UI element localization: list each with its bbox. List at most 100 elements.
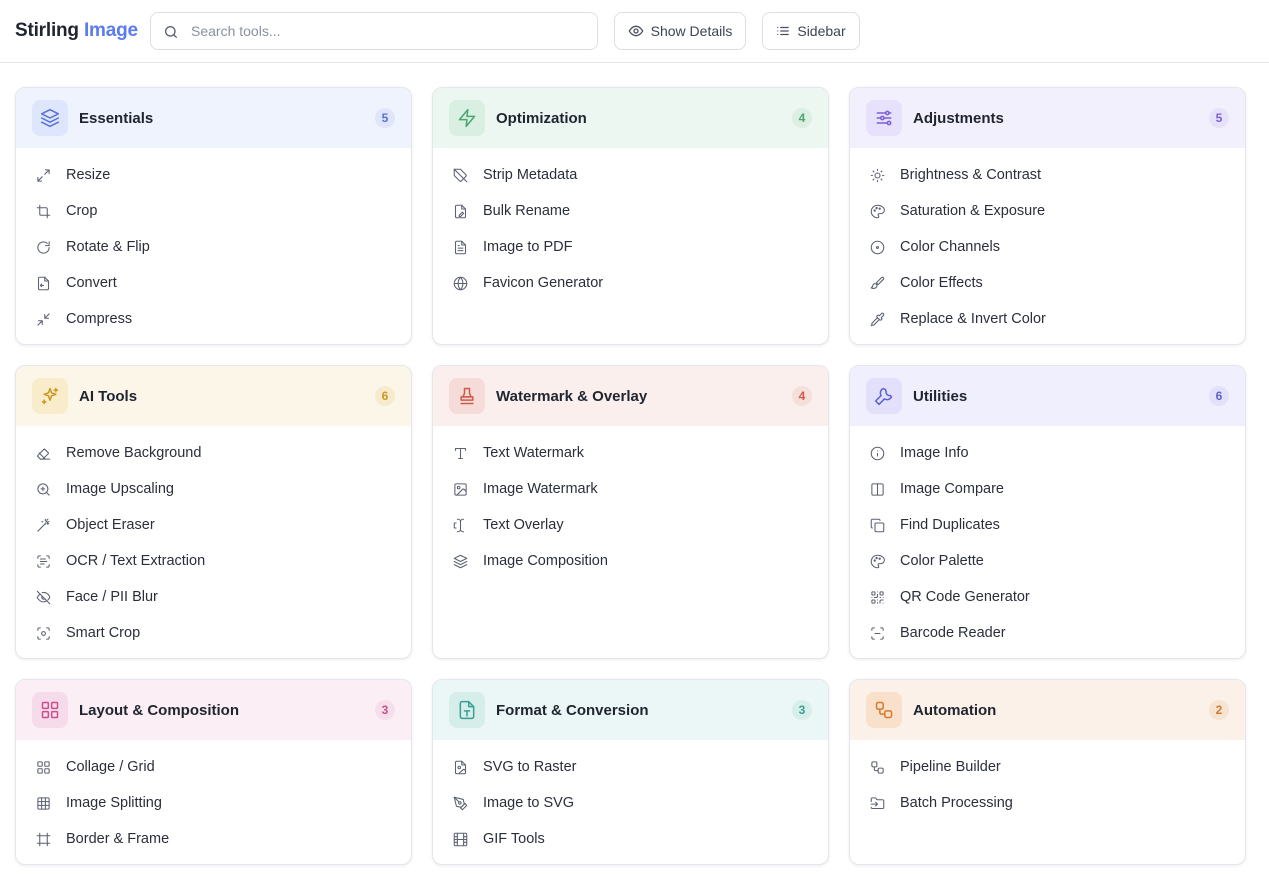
pipette-icon: [869, 311, 885, 327]
scan-barcode-icon: [869, 625, 885, 641]
tool-item[interactable]: Image Splitting: [16, 785, 411, 821]
tool-item[interactable]: Text Overlay: [433, 507, 828, 543]
tool-label: Batch Processing: [900, 795, 1013, 811]
tool-label: Find Duplicates: [900, 517, 1000, 533]
tool-item[interactable]: Color Channels: [850, 229, 1245, 265]
tool-item[interactable]: Image to PDF: [433, 229, 828, 265]
search-input[interactable]: [191, 13, 586, 49]
sliders-icon: [866, 100, 902, 136]
show-details-button[interactable]: Show Details: [614, 12, 746, 50]
tool-item[interactable]: Batch Processing: [850, 785, 1245, 821]
tool-item[interactable]: Object Eraser: [16, 507, 411, 543]
tool-label: Face / PII Blur: [66, 589, 158, 605]
qr-code-icon: [869, 589, 885, 605]
category-header[interactable]: Essentials 5: [16, 88, 411, 148]
tool-item[interactable]: Compress: [16, 301, 411, 337]
tool-label: Collage / Grid: [66, 759, 155, 775]
tool-label: Image Splitting: [66, 795, 162, 811]
tool-list: Pipeline Builder Batch Processing: [850, 740, 1245, 821]
tool-item[interactable]: Collage / Grid: [16, 749, 411, 785]
tool-item[interactable]: Image Watermark: [433, 471, 828, 507]
category-header[interactable]: Watermark & Overlay 4: [433, 366, 828, 426]
workflow-icon: [869, 759, 885, 775]
tool-item[interactable]: Favicon Generator: [433, 265, 828, 301]
category-card-ai-tools: AI Tools 6 Remove Background Image Upscalin…: [15, 365, 412, 659]
tool-item[interactable]: Image Compare: [850, 471, 1245, 507]
resize-icon: [35, 167, 51, 183]
tool-item[interactable]: Rotate & Flip: [16, 229, 411, 265]
stamp-icon: [449, 378, 485, 414]
tool-item[interactable]: Find Duplicates: [850, 507, 1245, 543]
sidebar-toggle-button[interactable]: Sidebar: [762, 12, 860, 50]
tool-item[interactable]: Color Palette: [850, 543, 1245, 579]
layers-icon: [452, 553, 468, 569]
category-header[interactable]: Optimization 4: [433, 88, 828, 148]
category-header[interactable]: Utilities 6: [850, 366, 1245, 426]
tool-item[interactable]: Face / PII Blur: [16, 579, 411, 615]
app-logo[interactable]: Stirling Image: [15, 20, 138, 42]
category-header[interactable]: Layout & Composition 3: [16, 680, 411, 740]
category-card-format-conversion: Format & Conversion 3 SVG to Raster Image t…: [432, 679, 829, 865]
tool-item[interactable]: OCR / Text Extraction: [16, 543, 411, 579]
tool-item[interactable]: Image Composition: [433, 543, 828, 579]
tool-item[interactable]: Border & Frame: [16, 821, 411, 857]
tool-label: Image to SVG: [483, 795, 575, 811]
tool-item[interactable]: Image Info: [850, 435, 1245, 471]
tool-item[interactable]: Convert: [16, 265, 411, 301]
tool-item[interactable]: Pipeline Builder: [850, 749, 1245, 785]
category-count-badge: 3: [375, 700, 395, 720]
rotate-icon: [35, 239, 51, 255]
category-header[interactable]: AI Tools 6: [16, 366, 411, 426]
category-count-badge: 4: [792, 386, 812, 406]
sidebar-label: Sidebar: [797, 23, 846, 39]
category-count-badge: 4: [792, 108, 812, 128]
convert-icon: [35, 275, 51, 291]
category-title: Automation: [913, 702, 997, 719]
category-title: Optimization: [496, 110, 587, 127]
tool-item[interactable]: Image Upscaling: [16, 471, 411, 507]
tool-item[interactable]: SVG to Raster: [433, 749, 828, 785]
tool-item[interactable]: QR Code Generator: [850, 579, 1245, 615]
palette-icon: [869, 203, 885, 219]
tool-list: Resize Crop Rotate & Flip Convert Compress: [16, 148, 411, 337]
category-count-badge: 3: [792, 700, 812, 720]
search-icon: [165, 26, 177, 38]
zoom-in-icon: [35, 481, 51, 497]
tool-item[interactable]: Replace & Invert Color: [850, 301, 1245, 337]
tool-label: Remove Background: [66, 445, 202, 461]
crop-icon: [35, 203, 51, 219]
tool-item[interactable]: GIF Tools: [433, 821, 828, 857]
category-card-automation: Automation 2 Pipeline Builder Batch Process…: [849, 679, 1246, 865]
tool-item[interactable]: Resize: [16, 157, 411, 193]
workflow-icon: [866, 692, 902, 728]
sparkles-icon: [32, 378, 68, 414]
tool-label: GIF Tools: [483, 831, 545, 847]
category-header[interactable]: Automation 2: [850, 680, 1245, 740]
tool-item[interactable]: Saturation & Exposure: [850, 193, 1245, 229]
tool-label: Image to PDF: [483, 239, 573, 255]
tool-item[interactable]: Brightness & Contrast: [850, 157, 1245, 193]
copy-icon: [869, 517, 885, 533]
tool-item[interactable]: Image to SVG: [433, 785, 828, 821]
tool-item[interactable]: Barcode Reader: [850, 615, 1245, 651]
category-count-badge: 5: [375, 108, 395, 128]
category-header[interactable]: Format & Conversion 3: [433, 680, 828, 740]
category-count-badge: 5: [1209, 108, 1229, 128]
tool-label: Rotate & Flip: [66, 239, 150, 255]
category-card-adjustments: Adjustments 5 Brightness & Contrast Saturat…: [849, 87, 1246, 345]
tool-item[interactable]: Smart Crop: [16, 615, 411, 651]
palette-icon: [869, 553, 885, 569]
tool-label: Color Palette: [900, 553, 984, 569]
tool-item[interactable]: Bulk Rename: [433, 193, 828, 229]
category-title: Utilities: [913, 388, 968, 405]
brand-name-part2: Image: [83, 20, 138, 41]
tool-item[interactable]: Strip Metadata: [433, 157, 828, 193]
lightning-icon: [449, 100, 485, 136]
tool-item[interactable]: Remove Background: [16, 435, 411, 471]
category-header[interactable]: Adjustments 5: [850, 88, 1245, 148]
tool-item[interactable]: Crop: [16, 193, 411, 229]
pen-tool-icon: [452, 795, 468, 811]
tool-item[interactable]: Text Watermark: [433, 435, 828, 471]
tool-label: Image Upscaling: [66, 481, 174, 497]
tool-item[interactable]: Color Effects: [850, 265, 1245, 301]
